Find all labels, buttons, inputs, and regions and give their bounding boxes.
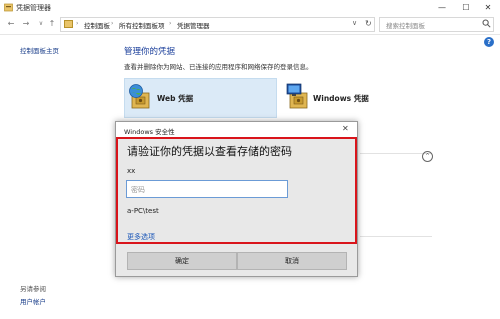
- more-options-link[interactable]: 更多选项: [127, 232, 155, 242]
- page-title: 管理你的凭据: [124, 47, 176, 57]
- expand-icon[interactable]: ⌃: [422, 151, 433, 162]
- dialog-title: Windows 安全性: [124, 128, 175, 136]
- minimize-button[interactable]: —: [430, 0, 454, 15]
- breadcrumb-credential-manager[interactable]: 凭据管理器: [177, 20, 210, 30]
- help-icon[interactable]: ?: [484, 37, 494, 47]
- page-description: 查看并删除你为网站、已连接的应用程序和网络保存的登录信息。: [124, 63, 313, 71]
- maximize-button[interactable]: ☐: [454, 0, 478, 15]
- dialog-username: xx: [127, 167, 136, 175]
- window-title: 凭据管理器: [16, 4, 51, 12]
- password-placeholder: 密码: [131, 186, 145, 194]
- dialog-heading: 请验证你的凭据以查看存储的密码: [127, 145, 292, 158]
- refresh-icon[interactable]: ↻: [365, 19, 372, 28]
- forward-icon[interactable]: →: [21, 18, 31, 30]
- divider: [360, 236, 432, 237]
- dialog-close-icon[interactable]: ✕: [342, 124, 349, 133]
- web-credentials-icon: [129, 84, 150, 109]
- breadcrumb-separator: ›: [169, 20, 172, 27]
- see-also-label: 另请参阅: [20, 285, 46, 293]
- password-field[interactable]: [126, 180, 288, 198]
- credential-manager-icon: [4, 3, 13, 12]
- search-icon[interactable]: [482, 19, 491, 28]
- ok-button[interactable]: 确定: [127, 252, 237, 270]
- divider: [360, 153, 432, 154]
- breadcrumb-separator: ›: [76, 20, 79, 27]
- cancel-button[interactable]: 取消: [237, 252, 347, 270]
- breadcrumb-all-items[interactable]: 所有控制面板项: [119, 20, 165, 30]
- windows-credentials-icon: [286, 83, 308, 109]
- chevron-down-icon[interactable]: ∨: [352, 19, 357, 27]
- sidebar-item-user-accounts[interactable]: 用户帐户: [20, 296, 46, 306]
- breadcrumb-separator: ›: [111, 20, 114, 27]
- search-placeholder: 搜索控制面板: [386, 22, 425, 30]
- web-credentials-label: Web 凭据: [157, 94, 194, 103]
- back-icon[interactable]: ←: [6, 18, 16, 30]
- folder-icon: [64, 20, 73, 28]
- dialog-account: a-PC\test: [127, 207, 159, 215]
- sidebar-item-control-panel-home[interactable]: 控制面板主页: [20, 45, 59, 55]
- close-button[interactable]: ✕: [476, 0, 500, 15]
- up-icon[interactable]: ↑: [47, 18, 57, 30]
- recent-locations-icon[interactable]: ∨: [36, 18, 46, 30]
- windows-credentials-label: Windows 凭据: [313, 94, 369, 103]
- title-bar: [0, 0, 500, 15]
- breadcrumb-control-panel[interactable]: 控制面板: [84, 20, 110, 30]
